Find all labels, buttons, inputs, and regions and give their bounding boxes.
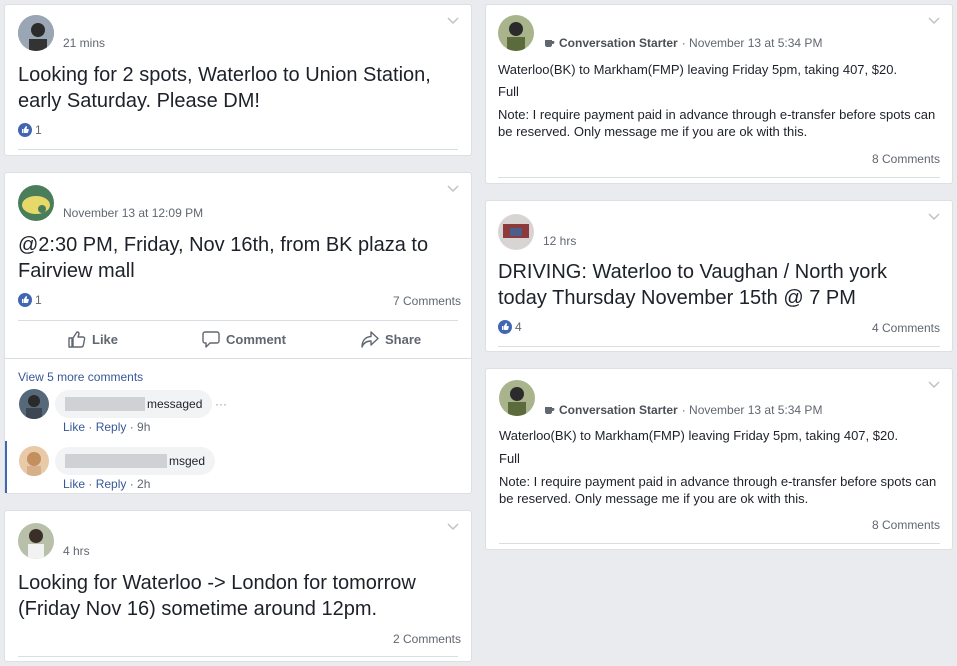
reaction-count[interactable]: 1 — [18, 293, 42, 307]
post-timestamp[interactable]: 12 hrs — [543, 234, 576, 248]
avatar[interactable] — [18, 15, 54, 51]
conversation-starter-badge[interactable]: Conversation Starter — [559, 36, 678, 50]
divider — [5, 358, 471, 359]
post-text: @2:30 PM, Friday, Nov 16th, from BK plaz… — [18, 234, 429, 282]
divider — [498, 177, 940, 178]
post-timestamp[interactable]: · November 13 at 5:34 PM — [682, 36, 823, 50]
post-text-line: Waterloo(BK) to Markham(FMP) leaving Fri… — [499, 428, 899, 443]
coffee-cup-icon — [545, 407, 555, 414]
like-thumb-icon — [68, 331, 86, 348]
like-thumb-icon — [18, 293, 32, 307]
redacted-name — [65, 397, 145, 411]
reaction-count[interactable]: 1 — [18, 123, 42, 137]
post-text-line: Note: I require payment paid in advance … — [499, 474, 937, 506]
comment-icon — [202, 331, 220, 348]
comment-bubble: msged — [55, 447, 216, 475]
view-more-comments-link[interactable]: View 5 more comments — [18, 370, 143, 384]
comment-bubble: messaged — [55, 390, 213, 418]
post-text: DRIVING: Waterloo to Vaughan / North yor… — [498, 261, 888, 309]
post-card: 12 hrs DRIVING: Waterloo to Vaughan / No… — [485, 200, 953, 352]
chevron-down-icon[interactable] — [928, 381, 940, 389]
comment-more-button[interactable]: ··· — [215, 397, 227, 411]
comment-count[interactable]: 8 Comments — [872, 152, 940, 166]
avatar[interactable] — [498, 15, 534, 51]
comment-button[interactable]: Comment — [202, 331, 286, 348]
post-text: Looking for 2 spots, Waterloo to Union S… — [18, 64, 431, 112]
comment-age[interactable]: 2h — [137, 477, 150, 491]
avatar[interactable] — [498, 214, 534, 250]
redacted-name — [65, 454, 167, 468]
post-text-line: Full — [499, 451, 520, 466]
comment-count[interactable]: 2 Comments — [393, 632, 461, 646]
comment-like-link[interactable]: Like — [63, 477, 85, 491]
like-thumb-icon — [18, 123, 32, 137]
comment-age[interactable]: 9h — [137, 420, 150, 434]
divider — [18, 656, 458, 657]
like-button[interactable]: Like — [68, 331, 118, 348]
post-text-line: Waterloo(BK) to Markham(FMP) leaving Fri… — [498, 62, 898, 77]
post-card: 21 mins Looking for 2 spots, Waterloo to… — [4, 4, 472, 156]
reaction-count[interactable]: 4 — [498, 320, 522, 334]
chevron-down-icon[interactable] — [447, 185, 459, 193]
post-timestamp[interactable]: · November 13 at 5:34 PM — [682, 403, 823, 417]
chevron-down-icon[interactable] — [447, 17, 459, 25]
post-timestamp[interactable]: November 13 at 12:09 PM — [63, 206, 203, 220]
chevron-down-icon[interactable] — [928, 213, 940, 221]
post-text: Looking for Waterloo -> London for tomor… — [18, 572, 416, 620]
avatar[interactable] — [18, 185, 54, 221]
share-button[interactable]: Share — [361, 331, 421, 348]
post-text-line: Note: I require payment paid in advance … — [498, 107, 936, 139]
like-thumb-icon — [498, 320, 512, 334]
comment-count[interactable]: 7 Comments — [393, 294, 461, 308]
coffee-cup-icon — [545, 40, 555, 47]
avatar[interactable] — [18, 523, 54, 559]
comment-reply-link[interactable]: Reply — [96, 477, 127, 491]
post-timestamp[interactable]: 4 hrs — [63, 544, 90, 558]
conversation-starter-badge[interactable]: Conversation Starter — [559, 403, 678, 417]
comment-reply-link[interactable]: Reply — [96, 420, 127, 434]
divider — [498, 346, 940, 347]
chevron-down-icon[interactable] — [447, 523, 459, 531]
post-meta: Conversation Starter · November 13 at 5:… — [544, 403, 822, 417]
divider — [18, 320, 458, 321]
comment-actions: Like · Reply · 9h — [63, 420, 151, 434]
comment-actions: Like · Reply · 2h — [63, 477, 151, 491]
divider — [18, 149, 458, 150]
post-text-line: Full — [498, 84, 519, 99]
comment-count[interactable]: 4 Comments — [872, 321, 940, 335]
post-card: 4 hrs Looking for Waterloo -> London for… — [4, 510, 472, 662]
comment-count[interactable]: 8 Comments — [872, 518, 940, 532]
post-meta: Conversation Starter · November 13 at 5:… — [544, 36, 822, 50]
post-timestamp[interactable]: 21 mins — [63, 36, 105, 50]
divider — [499, 543, 940, 544]
comment-avatar[interactable] — [19, 446, 49, 476]
comment-avatar[interactable] — [19, 389, 49, 419]
post-card: November 13 at 12:09 PM @2:30 PM, Friday… — [4, 172, 472, 494]
reply-thread-line — [5, 441, 7, 493]
post-card: Conversation Starter · November 13 at 5:… — [485, 4, 953, 184]
chevron-down-icon[interactable] — [928, 17, 940, 25]
avatar[interactable] — [499, 380, 535, 416]
share-icon — [361, 331, 379, 348]
post-card: Conversation Starter · November 13 at 5:… — [485, 368, 953, 550]
comment-like-link[interactable]: Like — [63, 420, 85, 434]
